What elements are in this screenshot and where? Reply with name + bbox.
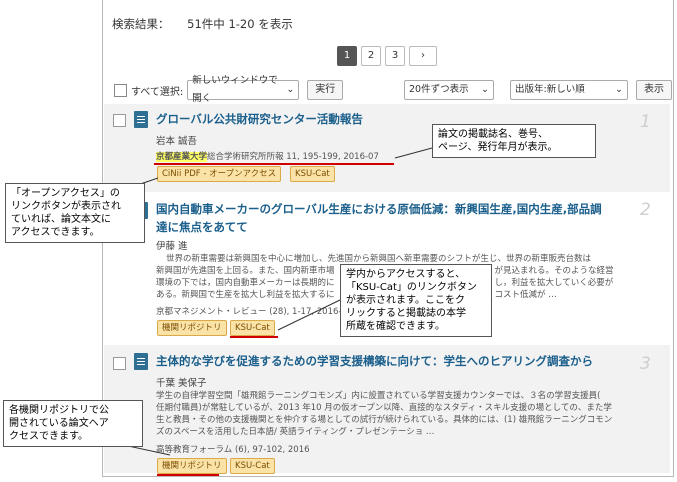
callout-line: アクセスできます。	[11, 227, 100, 238]
callout-line: が表示されます。ここをク	[346, 295, 465, 306]
callout-open-access: 「オープンアクセス」の リンクボタンが表示され ていれば、論文本文に アクセスで…	[5, 183, 145, 243]
callout-line: 「KSU-Cat」のリンクボタン	[346, 282, 477, 293]
callout-line: 所蔵を確認できます。	[346, 321, 445, 332]
callout-journal-info: 論文の掲載誌名、巻号、 ページ、発行年月が表示。	[432, 124, 596, 158]
callout-line: ページ、発行年月が表示。	[438, 142, 558, 153]
callout-line: クセスできます。	[9, 431, 88, 442]
callout-repository: 各機関リポジトリで公 開されている論文へア クセスできます。	[3, 400, 143, 447]
callout-line: 各機関リポジトリで公	[9, 405, 109, 416]
callout-line: 学内からアクセスすると、	[346, 269, 466, 280]
callout-ksu-cat: 学内からアクセスすると、 「KSU-Cat」のリンクボタン が表示されます。ここ…	[340, 264, 492, 337]
callout-line: リンクボタンが表示され	[11, 201, 121, 212]
callout-line: 「オープンアクセス」の	[11, 188, 120, 199]
callout-line: 論文の掲載誌名、巻号、	[438, 129, 548, 140]
callout-line: ていれば、論文本文に	[11, 214, 111, 225]
callout-line: 開されている論文へア	[9, 418, 109, 429]
callout-line: リックすると掲載誌の本学	[346, 308, 466, 319]
